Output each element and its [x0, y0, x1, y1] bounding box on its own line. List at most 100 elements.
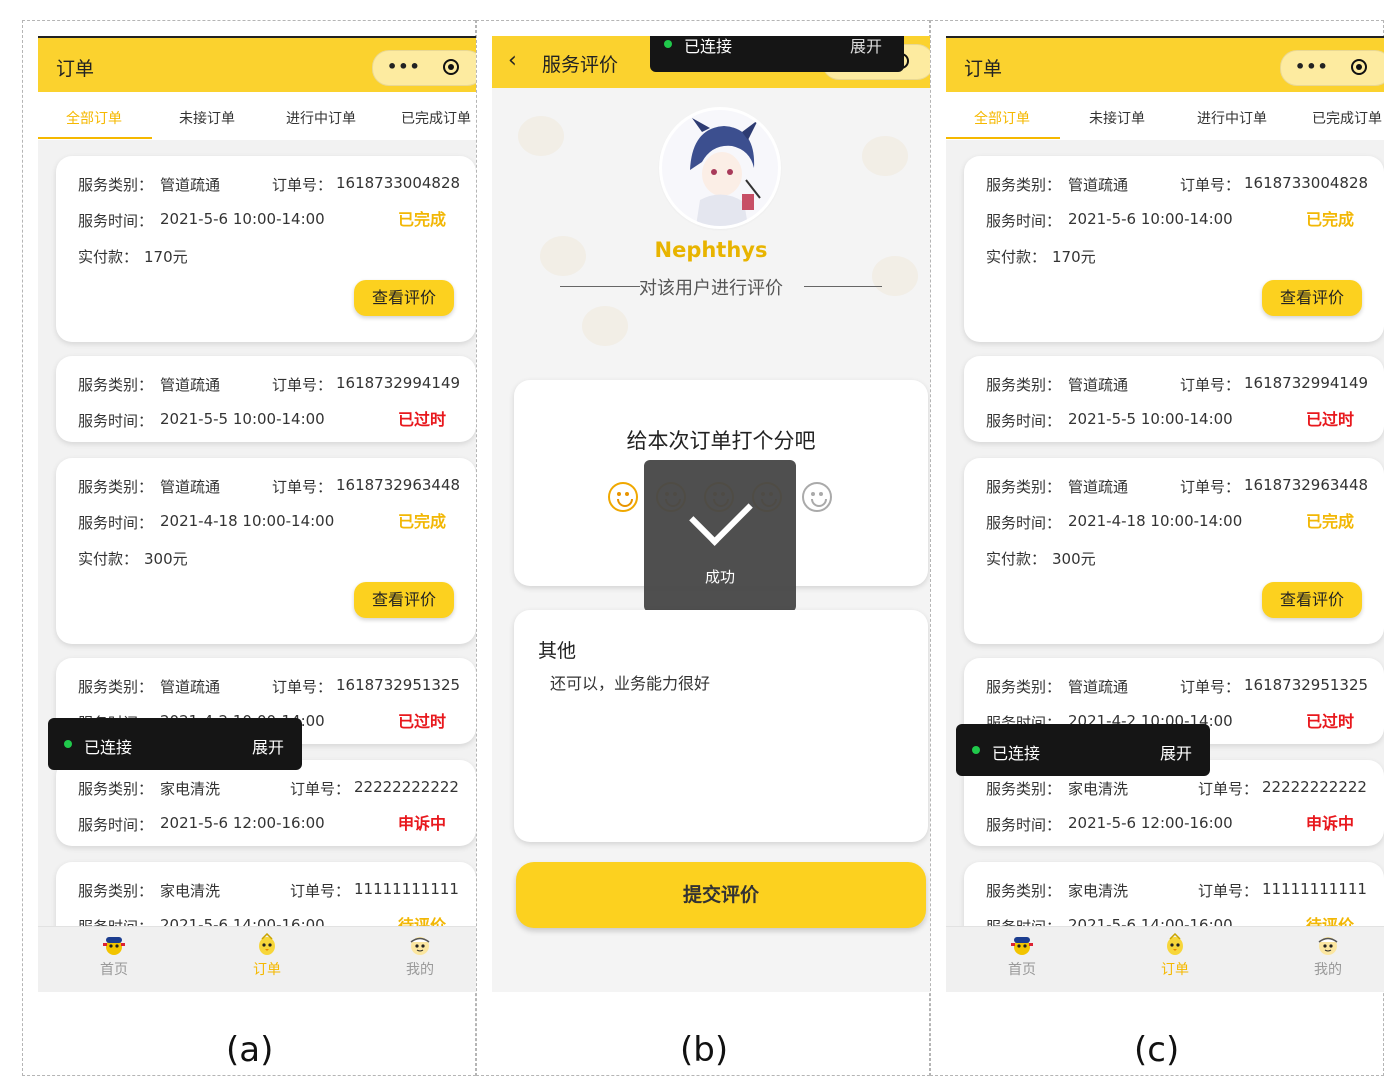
connection-label: 已连接	[684, 37, 733, 56]
service-time: 2021-5-6 12:00-16:00	[160, 814, 325, 832]
order-card[interactable]: 服务类别： 管道疏通 订单号： 1618732963448 服务时间： 2021-4-18…	[964, 458, 1384, 644]
order-number: 1618732951325	[336, 676, 461, 694]
smiley-rating-icon[interactable]	[608, 482, 638, 512]
order-card[interactable]: 服务类别： 管道疏通 订单号： 1618732994149 服务时间： 2021-5-5 …	[56, 356, 476, 442]
service-time-label: 服务时间：	[78, 916, 153, 926]
avatar	[662, 110, 778, 226]
order-number-label: 订单号：	[1180, 678, 1241, 696]
tab-in-progress-orders[interactable]: 进行中订单	[286, 108, 356, 128]
order-number: 22222222222	[354, 778, 459, 796]
background-mascot-pattern	[862, 136, 908, 176]
order-number: 1618732951325	[1244, 676, 1369, 694]
tab-all-orders[interactable]: 全部订单	[66, 108, 122, 128]
tab-completed-orders[interactable]: 已完成订单	[401, 108, 471, 128]
service-review-screen: ‹ 服务评价 ••• 已连接 展开 Nephthys 对该用户进行评价 给本次订…	[492, 36, 930, 992]
order-number: 11111111111	[1262, 880, 1367, 898]
service-time: 2021-4-18 10:00-14:00	[1068, 512, 1243, 530]
order-tabs: 全部订单 未接订单 进行中订单 已完成订单	[38, 92, 476, 140]
submit-review-button[interactable]: 提交评价	[516, 862, 926, 928]
nav-item-home[interactable]: 首页	[982, 933, 1062, 979]
checkmark-icon	[689, 482, 753, 546]
connection-status-toast[interactable]: 已连接 展开	[48, 718, 302, 770]
service-category-label: 服务类别：	[986, 678, 1062, 696]
service-category: 管道疏通	[1068, 176, 1129, 194]
nav-label: 订单	[1161, 962, 1189, 978]
view-review-button[interactable]: 查看评价	[1262, 582, 1362, 618]
expand-button[interactable]: 展开	[252, 734, 284, 758]
order-card[interactable]: 服务类别： 管道疏通 订单号： 1618732994149 服务时间： 2021-5-5 …	[964, 356, 1384, 442]
view-review-button[interactable]: 查看评价	[1262, 280, 1362, 316]
order-card[interactable]: 服务类别： 家电清洗 订单号：11111111111 服务时间： 2021-5-6 14…	[964, 862, 1384, 926]
order-chick-icon	[227, 933, 307, 957]
status-badge: 已完成	[1306, 210, 1355, 229]
order-list-screen-c: 订单 ••• 全部订单 未接订单 进行中订单 已完成订单 服务类别： 管道疏通 订单…	[946, 36, 1384, 992]
more-icon[interactable]: •••	[387, 57, 421, 76]
service-category-label: 服务类别：	[78, 478, 154, 496]
connection-status-toast[interactable]: 已连接 展开	[650, 36, 904, 72]
comment-label: 其他	[538, 640, 577, 662]
nav-item-orders[interactable]: 订单	[1135, 933, 1215, 979]
order-number: 1618732994149	[1244, 374, 1369, 392]
order-chick-icon	[1135, 933, 1215, 957]
tab-in-progress-orders[interactable]: 进行中订单	[1197, 108, 1267, 128]
service-category: 家电清洗	[1068, 882, 1129, 900]
view-review-button[interactable]: 查看评价	[354, 582, 454, 618]
service-time: 2021-4-18 10:00-14:00	[160, 512, 335, 530]
tab-completed-orders[interactable]: 已完成订单	[1312, 108, 1382, 128]
paid-amount-label: 实付款：	[78, 550, 139, 568]
status-badge: 已过时	[1306, 410, 1355, 429]
service-category-label: 服务类别：	[986, 478, 1062, 496]
smiley-rating-icon[interactable]	[802, 482, 832, 512]
connection-status-toast[interactable]: 已连接 展开	[956, 724, 1210, 776]
service-time: 2021-5-6 12:00-16:00	[1068, 814, 1233, 832]
nav-item-mine[interactable]: 我的	[1288, 933, 1368, 979]
tab-unaccepted-orders[interactable]: 未接订单	[179, 108, 235, 128]
status-badge: 申诉中	[1306, 814, 1355, 833]
service-time: 2021-5-5 10:00-14:00	[160, 410, 325, 428]
order-number: 1618732963448	[336, 476, 461, 494]
service-category-label: 服务类别：	[986, 882, 1062, 900]
expand-button[interactable]: 展开	[850, 36, 882, 57]
order-card[interactable]: 服务类别： 管道疏通 订单号： 1618732963448 服务时间： 2021-4-18…	[56, 458, 476, 644]
order-list-screen-a: 订单 ••• 全部订单 未接订单 进行中订单 已完成订单 服务类别： 管道疏通 订单…	[38, 36, 476, 992]
mini-program-capsule[interactable]: •••	[372, 50, 476, 86]
order-card[interactable]: 服务类别： 家电清洗 订单号：11111111111 服务时间： 2021-5-6 14…	[56, 862, 476, 926]
close-target-icon[interactable]	[443, 59, 459, 75]
expand-button[interactable]: 展开	[1160, 740, 1192, 764]
order-number-label: 订单号：	[1180, 176, 1241, 194]
service-category-label: 服务类别：	[78, 376, 154, 394]
home-mascot-icon	[74, 933, 154, 957]
service-category: 家电清洗	[160, 780, 221, 798]
order-card[interactable]: 服务类别： 管道疏通 订单号： 1618733004828 服务时间： 2021-5-6 …	[964, 156, 1384, 342]
order-card[interactable]: 服务类别： 家电清洗 订单号： 22222222222 服务时间： 2021-5-6 12…	[56, 760, 476, 846]
chevron-left-icon[interactable]: ‹	[508, 48, 517, 73]
tab-all-orders[interactable]: 全部订单	[974, 108, 1030, 128]
nav-label: 我的	[406, 962, 434, 978]
nav-item-home[interactable]: 首页	[74, 933, 154, 979]
caption-c: (c)	[1134, 1030, 1180, 1070]
tab-unaccepted-orders[interactable]: 未接订单	[1089, 108, 1145, 128]
mini-program-capsule[interactable]: •••	[1280, 50, 1384, 86]
connected-dot-icon	[972, 746, 980, 754]
service-category-label: 服务类别：	[986, 176, 1062, 194]
user-name: Nephthys	[654, 238, 768, 262]
service-time-label: 服务时间：	[78, 412, 154, 430]
view-review-button[interactable]: 查看评价	[354, 280, 454, 316]
service-category-label: 服务类别：	[78, 780, 154, 798]
app-header: 订单 •••	[946, 36, 1384, 92]
comment-text[interactable]: 还可以，业务能力很好	[550, 670, 710, 694]
close-target-icon[interactable]	[1351, 59, 1367, 75]
service-time: 2021-5-6 14:00-16:00	[1068, 916, 1233, 926]
anime-avatar-illustration	[662, 110, 778, 226]
status-badge: 已完成	[398, 512, 447, 531]
nav-item-orders[interactable]: 订单	[227, 933, 307, 979]
service-time-label: 服务时间：	[986, 916, 1061, 926]
service-time: 2021-5-6 14:00-16:00	[160, 916, 325, 926]
page-title: 订单	[56, 58, 95, 80]
status-badge: 已完成	[398, 210, 447, 229]
more-icon[interactable]: •••	[1295, 57, 1329, 76]
nav-item-mine[interactable]: 我的	[380, 933, 460, 979]
order-number-label: 订单号：	[272, 678, 333, 696]
order-number-label: 订单号：	[290, 780, 351, 798]
order-card[interactable]: 服务类别： 管道疏通 订单号： 1618733004828 服务时间： 2021-5-6 …	[56, 156, 476, 342]
